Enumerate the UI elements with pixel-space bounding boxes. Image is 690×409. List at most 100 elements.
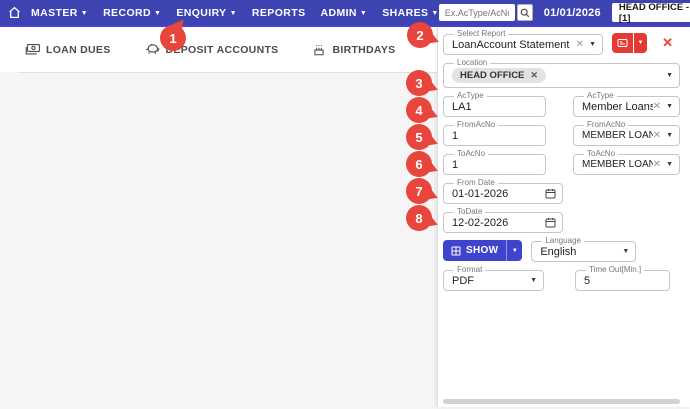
clear-icon[interactable]: ✕: [653, 102, 661, 112]
show-button-label: SHOW: [466, 245, 498, 256]
quick-links-toolbar: LOAN DUES DEPOSIT ACCOUNTS BIRTHDAYS: [0, 27, 437, 72]
field-label: ToDate: [454, 208, 485, 216]
language-field[interactable]: Language English ▼: [531, 237, 636, 262]
select-report-field[interactable]: Select Report LoanAccount Statement ✕ ▼: [443, 30, 603, 55]
annotation-marker-1: 1: [160, 25, 186, 51]
from-date-field[interactable]: From Date 01-01-2026: [443, 179, 563, 204]
actype-input-field[interactable]: AcType LA1: [443, 92, 546, 117]
chevron-down-icon: ▼: [638, 40, 644, 46]
search-input[interactable]: [439, 4, 515, 21]
banknote-icon: [25, 43, 40, 56]
chevron-down-icon[interactable]: ▼: [622, 248, 629, 255]
select-report-value: LoanAccount Statement: [452, 39, 576, 51]
calendar-icon[interactable]: [545, 188, 556, 199]
menu-label: RECORD: [103, 7, 151, 19]
from-date-value: 01-01-2026: [452, 188, 545, 200]
clear-icon[interactable]: ✕: [653, 131, 661, 141]
field-label: FromAcNo: [454, 121, 498, 129]
to-date-value: 12-02-2026: [452, 217, 545, 229]
home-icon[interactable]: [8, 6, 21, 19]
location-chip[interactable]: HEAD OFFICE ✕: [452, 68, 546, 83]
clear-icon[interactable]: ✕: [576, 40, 584, 50]
chevron-down-icon: ▼: [360, 10, 367, 17]
menu-item-reports[interactable]: REPORTS: [252, 7, 306, 19]
search-button[interactable]: [517, 4, 533, 21]
timeout-field[interactable]: Time Out[Min.] 5: [575, 266, 670, 291]
menu-label: SHARES: [382, 7, 428, 19]
toolbar-item-label: LOAN DUES: [46, 44, 111, 56]
location-field[interactable]: Location HEAD OFFICE ✕ ▼: [443, 59, 680, 88]
close-panel-icon[interactable]: ✕: [662, 36, 673, 49]
branch-selector[interactable]: HEAD OFFICE -[1] ▼: [612, 3, 690, 22]
chevron-down-icon[interactable]: ▼: [530, 277, 537, 284]
calendar-icon[interactable]: [545, 217, 556, 228]
menu-label: REPORTS: [252, 7, 306, 19]
to-acno-value: 1: [452, 159, 539, 171]
to-acno-select-value: MEMBER LOANS 1: [582, 159, 653, 170]
report-action-button[interactable]: [612, 33, 633, 53]
field-label: ToAcNo: [454, 150, 488, 158]
from-date-row: From Date 01-01-2026: [443, 179, 680, 204]
field-label: Format: [454, 266, 485, 274]
report-action-caret[interactable]: ▼: [634, 33, 647, 53]
to-date-field[interactable]: ToDate 12-02-2026: [443, 208, 563, 233]
chevron-down-icon: ▼: [431, 10, 438, 17]
actype-select-value: Member Loans: [582, 101, 653, 113]
format-value: PDF: [452, 275, 530, 287]
show-button-caret[interactable]: ▼: [507, 240, 522, 261]
chevron-down-icon[interactable]: ▼: [666, 103, 673, 110]
annotation-marker-2: 2: [407, 22, 433, 48]
from-acno-row: FromAcNo 1 FromAcNo MEMBER LOANS 1 ✕▼: [443, 121, 680, 146]
location-row: Location HEAD OFFICE ✕ ▼: [443, 59, 680, 88]
toolbar-item-birthdays[interactable]: BIRTHDAYS: [312, 43, 395, 56]
menu-item-shares[interactable]: SHARES▼: [382, 7, 439, 19]
chevron-down-icon[interactable]: ▼: [666, 132, 673, 139]
from-acno-input-field[interactable]: FromAcNo 1: [443, 121, 546, 146]
toolbar-item-label: BIRTHDAYS: [332, 44, 395, 56]
to-acno-row: ToAcNo 1 ToAcNo MEMBER LOANS 1 ✕ ▼: [443, 150, 680, 175]
field-label: ToAcNo: [584, 150, 618, 158]
actype-select-field[interactable]: AcType Member Loans ✕ ▼: [573, 92, 680, 117]
chevron-down-icon[interactable]: ▼: [666, 72, 673, 79]
to-acno-input-field[interactable]: ToAcNo 1: [443, 150, 546, 175]
format-field[interactable]: Format PDF ▼: [443, 266, 544, 291]
field-label: FromAcNo: [584, 121, 628, 129]
working-date: 01/01/2026: [544, 7, 601, 19]
annotation-marker-3: 3: [406, 70, 432, 96]
account-searchbox: [439, 4, 533, 21]
menu-item-admin[interactable]: ADMIN ▼: [320, 7, 367, 19]
menu-label: ADMIN: [320, 7, 356, 19]
main-menu: MASTER▼ RECORD▼ ENQUIRY▼ REPORTS ADMIN▼ …: [31, 7, 439, 19]
show-button[interactable]: SHOW: [443, 240, 507, 261]
field-label: AcType: [584, 92, 617, 100]
content-area: [0, 73, 437, 406]
left-pane: LOAN DUES DEPOSIT ACCOUNTS BIRTHDAYS: [0, 27, 437, 407]
field-label: Language: [542, 237, 584, 245]
menu-label: MASTER: [31, 7, 78, 19]
to-date-row: ToDate 12-02-2026: [443, 208, 680, 233]
toolbar-item-loan-dues[interactable]: LOAN DUES: [25, 43, 111, 56]
field-label: Time Out[Min.]: [586, 266, 644, 274]
language-value: English: [540, 246, 622, 258]
annotation-marker-6: 6: [406, 151, 432, 177]
clear-icon[interactable]: ✕: [653, 160, 661, 170]
chip-remove-icon[interactable]: ✕: [530, 71, 538, 80]
show-language-row: SHOW ▼ Language English ▼: [443, 237, 680, 262]
from-acno-select-field[interactable]: FromAcNo MEMBER LOANS 1 ✕▼: [573, 121, 680, 146]
field-label: Location: [454, 59, 490, 67]
timeout-value: 5: [584, 275, 663, 287]
chevron-down-icon: ▼: [81, 10, 88, 17]
to-acno-select-field[interactable]: ToAcNo MEMBER LOANS 1 ✕ ▼: [573, 150, 680, 175]
menu-item-record[interactable]: RECORD▼: [103, 7, 161, 19]
chevron-down-icon: ▼: [512, 248, 518, 254]
cake-icon: [312, 43, 326, 56]
annotation-marker-8: 8: [406, 205, 432, 231]
actype-value: LA1: [452, 101, 539, 113]
chevron-down-icon[interactable]: ▼: [589, 41, 596, 48]
main-area: LOAN DUES DEPOSIT ACCOUNTS BIRTHDAYS Sel…: [0, 27, 690, 407]
chevron-down-icon[interactable]: ▼: [666, 161, 673, 168]
report-action-split-button: ▼: [612, 33, 647, 53]
menu-item-master[interactable]: MASTER▼: [31, 7, 88, 19]
horizontal-scrollbar[interactable]: [443, 399, 680, 404]
actype-row: AcType LA1 AcType Member Loans ✕ ▼: [443, 92, 680, 117]
